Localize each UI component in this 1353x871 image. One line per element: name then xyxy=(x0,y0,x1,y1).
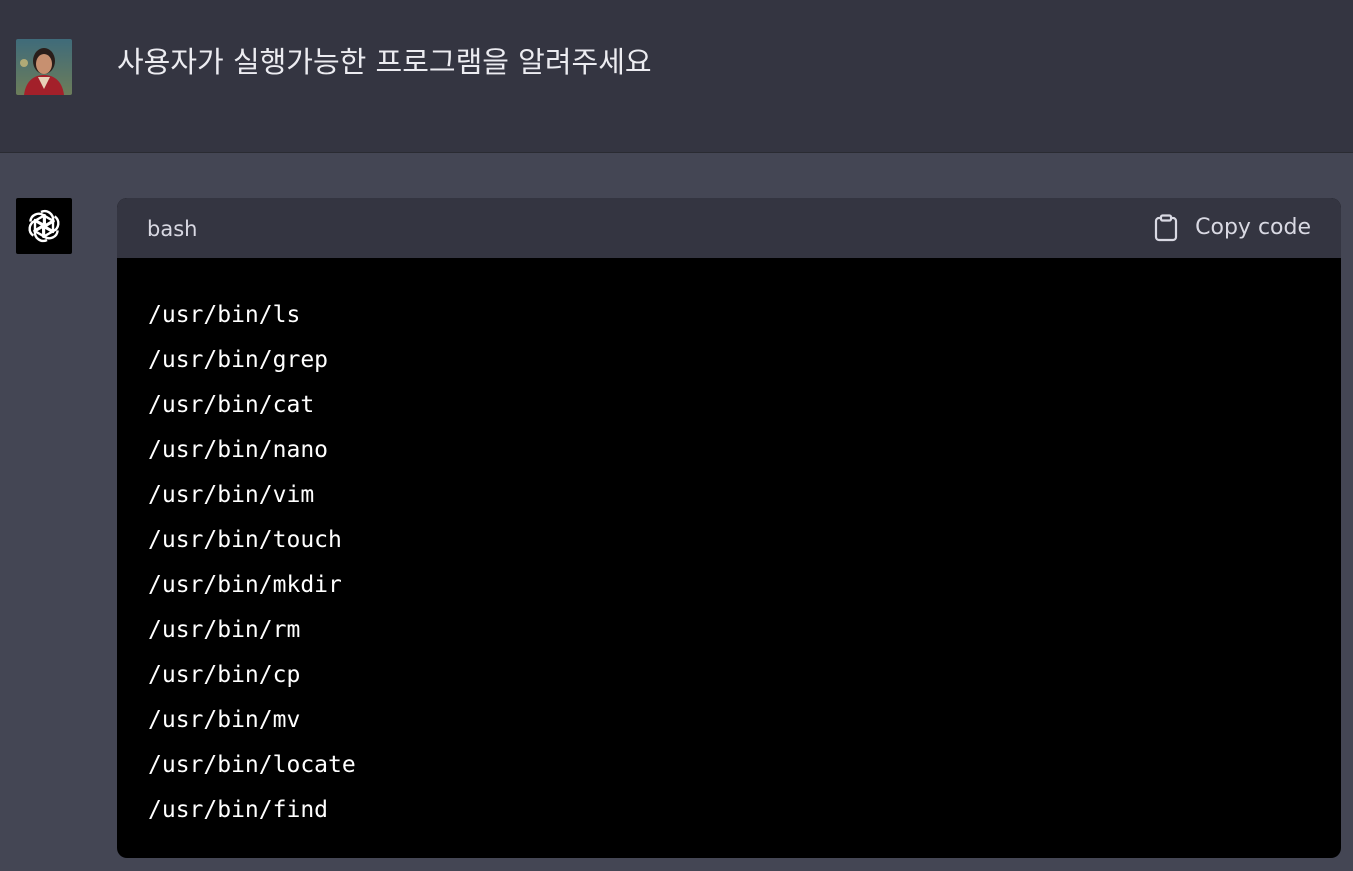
copy-code-button[interactable]: Copy code xyxy=(1154,214,1311,242)
code-line: /usr/bin/mv xyxy=(148,707,301,733)
code-body: /usr/bin/ls /usr/bin/grep /usr/bin/cat /… xyxy=(117,258,1341,833)
assistant-message-row: bash Copy code /usr/bin/ls /usr/bin/grep… xyxy=(0,153,1353,871)
clipboard-icon xyxy=(1155,214,1178,242)
code-line: /usr/bin/ls xyxy=(148,302,301,328)
code-language-label: bash xyxy=(147,217,198,241)
code-block-header: bash Copy code xyxy=(117,198,1341,258)
code-line: /usr/bin/cp xyxy=(148,662,301,688)
user-message-row: 사용자가 실행가능한 프로그램을 알려주세요 xyxy=(0,0,1353,153)
code-line: /usr/bin/nano xyxy=(148,437,329,463)
code-line: /usr/bin/find xyxy=(148,797,329,823)
openai-logo-icon xyxy=(16,198,72,254)
code-line: /usr/bin/cat xyxy=(148,392,315,418)
code-line: /usr/bin/vim xyxy=(148,482,315,508)
code-line: /usr/bin/grep xyxy=(148,347,329,373)
user-avatar xyxy=(16,39,72,95)
code-block: bash Copy code /usr/bin/ls /usr/bin/grep… xyxy=(117,198,1341,858)
code-line: /usr/bin/locate xyxy=(148,752,356,778)
user-message-text: 사용자가 실행가능한 프로그램을 알려주세요 xyxy=(117,45,652,79)
code-line: /usr/bin/mkdir xyxy=(148,572,342,598)
code-line: /usr/bin/rm xyxy=(148,617,301,643)
copy-code-label: Copy code xyxy=(1195,215,1311,240)
code-line: /usr/bin/touch xyxy=(148,527,342,553)
